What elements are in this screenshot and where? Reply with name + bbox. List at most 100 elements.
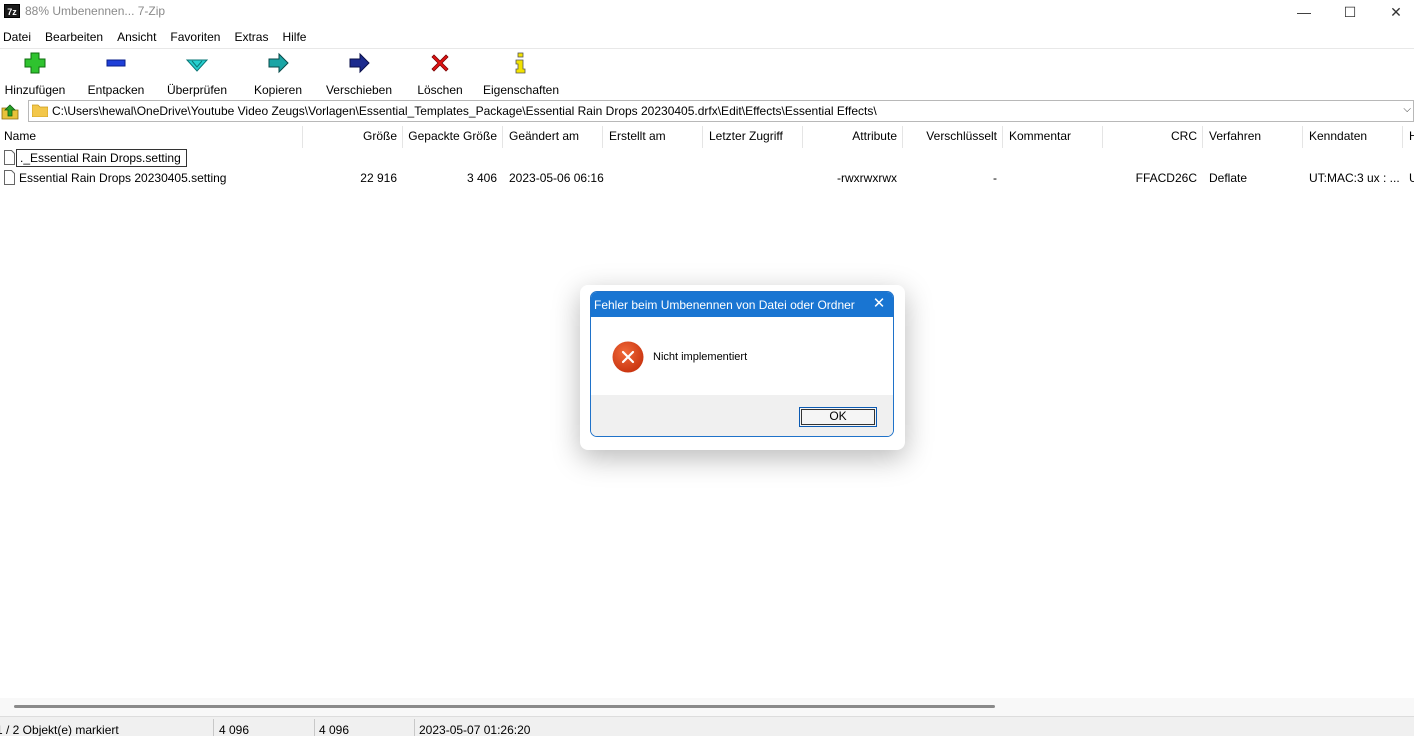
move-arrow-icon bbox=[349, 52, 370, 74]
move-label: Verschieben bbox=[325, 83, 393, 97]
column-method[interactable]: Verfahren bbox=[1209, 129, 1261, 143]
ok-button[interactable]: OK bbox=[799, 407, 877, 427]
column-divider[interactable] bbox=[302, 126, 303, 148]
dialog-body: Nicht implementiert bbox=[591, 317, 893, 395]
toolbar: Hinzufügen Entpacken Überprüfen Kopieren… bbox=[0, 48, 1414, 98]
file-encrypted: - bbox=[993, 171, 997, 185]
table-row[interactable]: ._Essential Rain Drops.setting bbox=[0, 149, 1414, 168]
column-divider[interactable] bbox=[802, 126, 803, 148]
column-divider[interactable] bbox=[1102, 126, 1103, 148]
column-divider[interactable] bbox=[902, 126, 903, 148]
dialog-message: Nicht implementiert bbox=[653, 351, 748, 363]
properties-button[interactable]: Eigenschaften bbox=[482, 51, 560, 97]
copy-label: Kopieren bbox=[253, 83, 303, 97]
menu-extras[interactable]: Extras bbox=[231, 28, 275, 46]
copy-button[interactable]: Kopieren bbox=[250, 51, 306, 97]
column-divider[interactable] bbox=[502, 126, 503, 148]
address-path: C:\Users\hewal\OneDrive\Youtube Video Ze… bbox=[52, 104, 877, 118]
menu-bearbeiten[interactable]: Bearbeiten bbox=[42, 28, 110, 46]
status-divider bbox=[314, 719, 315, 736]
test-button[interactable]: Überprüfen bbox=[164, 51, 230, 97]
file-modified: 2023-05-06 06:16 bbox=[509, 171, 604, 185]
file-name: Essential Rain Drops 20230405.setting bbox=[19, 171, 227, 185]
file-list-header: Name Größe Gepackte Größe Geändert am Er… bbox=[0, 126, 1414, 148]
file-attributes: -rwxrwxrwx bbox=[837, 171, 897, 185]
menu-favoriten[interactable]: Favoriten bbox=[167, 28, 227, 46]
info-icon bbox=[515, 52, 526, 74]
status-date: 2023-05-07 01:26:20 bbox=[419, 723, 531, 736]
chevron-down-icon[interactable]: ⌵ bbox=[1403, 104, 1411, 115]
column-created[interactable]: Erstellt am bbox=[609, 129, 666, 143]
file-method: Deflate bbox=[1209, 171, 1248, 185]
move-button[interactable]: Verschieben bbox=[324, 51, 394, 97]
column-divider[interactable] bbox=[1302, 126, 1303, 148]
delete-x-icon bbox=[431, 54, 449, 72]
test-label: Überprüfen bbox=[166, 83, 228, 97]
minus-icon bbox=[106, 59, 126, 67]
status-divider bbox=[213, 719, 214, 736]
column-divider[interactable] bbox=[1002, 126, 1003, 148]
column-divider[interactable] bbox=[702, 126, 703, 148]
column-packed-size[interactable]: Gepackte Größe bbox=[408, 129, 497, 143]
column-name[interactable]: Name bbox=[4, 129, 36, 143]
column-divider[interactable] bbox=[1402, 126, 1403, 148]
table-row[interactable]: Essential Rain Drops 20230405.setting 22… bbox=[0, 169, 1414, 188]
delete-button[interactable]: Löschen bbox=[414, 51, 466, 97]
checkmark-icon bbox=[185, 59, 209, 72]
file-size: 22 916 bbox=[360, 171, 397, 185]
file-icon bbox=[4, 170, 15, 185]
maximize-button[interactable]: ☐ bbox=[1327, 0, 1373, 24]
scrollbar-thumb[interactable] bbox=[14, 705, 995, 708]
status-selection: 1 / 2 Objekt(e) markiert bbox=[0, 723, 119, 736]
column-divider[interactable] bbox=[402, 126, 403, 148]
dialog-title-bar: Fehler beim Umbenennen von Datei oder Or… bbox=[591, 292, 893, 317]
file-crc: FFACD26C bbox=[1135, 171, 1197, 185]
plus-icon bbox=[24, 52, 46, 74]
column-crc[interactable]: CRC bbox=[1171, 129, 1197, 143]
menu-hilfe[interactable]: Hilfe bbox=[279, 28, 313, 46]
column-host[interactable]: H bbox=[1409, 129, 1414, 143]
error-dialog: Fehler beim Umbenennen von Datei oder Or… bbox=[590, 291, 894, 437]
status-bar: 1 / 2 Objekt(e) markiert 4 096 4 096 202… bbox=[0, 716, 1414, 736]
status-size: 4 096 bbox=[219, 723, 250, 736]
status-divider bbox=[414, 719, 415, 736]
menu-datei[interactable]: Datei bbox=[0, 28, 38, 46]
menu-ansicht[interactable]: Ansicht bbox=[114, 28, 163, 46]
column-encrypted[interactable]: Verschlüsselt bbox=[926, 129, 997, 143]
copy-arrow-icon bbox=[268, 52, 289, 74]
column-accessed[interactable]: Letzter Zugriff bbox=[709, 129, 783, 143]
column-comment[interactable]: Kommentar bbox=[1009, 129, 1071, 143]
add-label: Hinzufügen bbox=[4, 83, 66, 97]
extract-label: Entpacken bbox=[87, 83, 145, 97]
minimize-button[interactable]: — bbox=[1281, 0, 1327, 24]
rename-input[interactable]: ._Essential Rain Drops.setting bbox=[16, 149, 187, 167]
close-window-button[interactable]: ✕ bbox=[1373, 0, 1414, 24]
column-modified[interactable]: Geändert am bbox=[509, 129, 579, 143]
column-divider[interactable] bbox=[602, 126, 603, 148]
window-title: 88% Umbenennen... 7-Zip bbox=[25, 4, 166, 18]
column-attributes[interactable]: Attribute bbox=[852, 129, 897, 143]
7zip-app-icon[interactable]: 7z bbox=[4, 4, 20, 18]
column-divider[interactable] bbox=[1202, 126, 1203, 148]
dialog-footer: OK bbox=[591, 395, 893, 436]
error-icon bbox=[612, 341, 644, 373]
menu-bar: Datei Bearbeiten Ansicht Favoriten Extra… bbox=[0, 28, 317, 46]
folder-icon bbox=[32, 104, 48, 117]
file-host: U bbox=[1409, 171, 1414, 185]
file-characteristics: UT:MAC:3 ux : ... bbox=[1309, 171, 1400, 185]
folder-up-icon[interactable] bbox=[1, 102, 19, 120]
add-button[interactable]: Hinzufügen bbox=[2, 51, 68, 97]
column-characteristics[interactable]: Kenndaten bbox=[1309, 129, 1367, 143]
column-size[interactable]: Größe bbox=[363, 129, 397, 143]
file-icon bbox=[4, 150, 15, 165]
address-bar: C:\Users\hewal\OneDrive\Youtube Video Ze… bbox=[0, 100, 1414, 122]
delete-label: Löschen bbox=[417, 83, 463, 97]
dialog-title: Fehler beim Umbenennen von Datei oder Or… bbox=[594, 298, 855, 312]
title-bar: 7z 88% Umbenennen... 7-Zip — ☐ ✕ bbox=[0, 0, 1414, 24]
file-packed-size: 3 406 bbox=[466, 171, 497, 185]
status-packed-size: 4 096 bbox=[319, 723, 350, 736]
dialog-close-button[interactable]: ✕ bbox=[869, 295, 889, 313]
extract-button[interactable]: Entpacken bbox=[84, 51, 148, 97]
properties-label: Eigenschaften bbox=[482, 83, 560, 97]
address-field[interactable]: C:\Users\hewal\OneDrive\Youtube Video Ze… bbox=[28, 100, 1414, 122]
